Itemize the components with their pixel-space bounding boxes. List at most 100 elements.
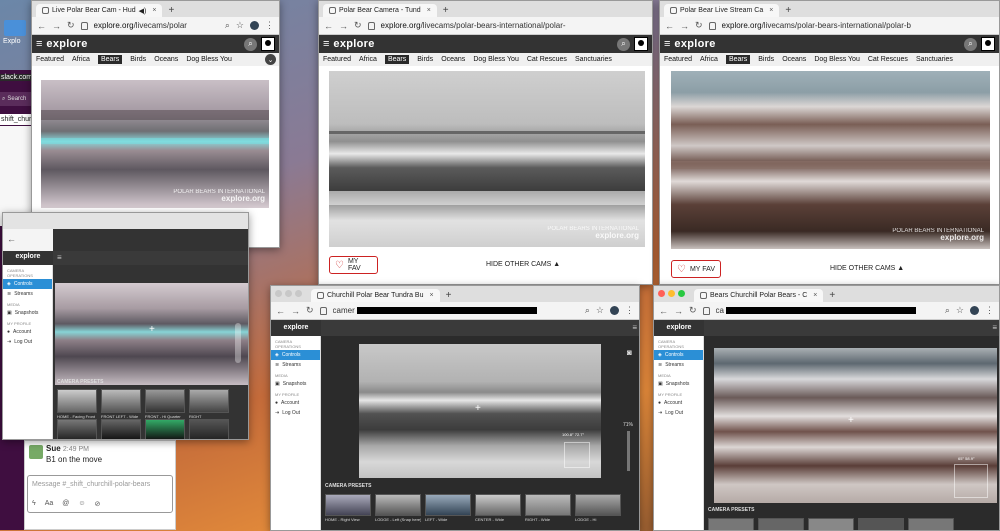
my-fav-button[interactable]: ♡MY FAV	[329, 256, 378, 274]
user-icon[interactable]	[261, 37, 275, 51]
preset-thumb[interactable]	[57, 419, 97, 439]
user-icon[interactable]	[981, 37, 995, 51]
cat-africa[interactable]: Africa	[700, 56, 718, 63]
tab-bears-churchill[interactable]: Bears Churchill Polar Bears - C ×	[694, 289, 824, 302]
cat-featured[interactable]: Featured	[323, 56, 351, 63]
tab-polar-bear-live-stream[interactable]: Polar Bear Live Stream Ca ×	[664, 4, 780, 17]
preset-thumb[interactable]	[189, 419, 229, 439]
new-tab-button[interactable]: +	[443, 5, 449, 16]
hamburger-icon[interactable]: ≡	[36, 38, 42, 50]
forward-icon[interactable]: →	[52, 21, 61, 31]
reload-icon[interactable]: ↻	[67, 20, 75, 31]
explore-logo[interactable]: explore	[333, 38, 374, 50]
cat-sanctuaries[interactable]: Sanctuaries	[575, 56, 612, 63]
preset-thumb[interactable]	[758, 518, 804, 530]
user-icon[interactable]	[634, 37, 648, 51]
new-tab-button[interactable]: +	[446, 290, 452, 301]
url-field[interactable]: ca	[716, 306, 939, 315]
cat-africa[interactable]: Africa	[359, 56, 377, 63]
sidebar-item-logout[interactable]: ⇥ Log Out	[3, 337, 52, 347]
reload-icon[interactable]: ↻	[695, 20, 703, 31]
hamburger-icon[interactable]: ≡	[664, 38, 670, 50]
preset-thumb[interactable]	[808, 518, 854, 530]
back-icon[interactable]: ←	[37, 21, 46, 31]
cat-oceans[interactable]: Oceans	[782, 56, 806, 63]
camera-icon[interactable]: ◙	[627, 348, 632, 357]
preset-thumb[interactable]	[145, 389, 185, 413]
back-icon[interactable]: ←	[659, 306, 668, 316]
mention-button[interactable]: @	[62, 500, 69, 508]
close-icon[interactable]: ×	[427, 7, 431, 14]
sidebar-item-snapshots[interactable]: ▣ Snapshots	[654, 379, 703, 389]
preset-thumb[interactable]	[375, 494, 421, 516]
menu-icon[interactable]: ≡	[57, 253, 62, 262]
console-header[interactable]: explore	[271, 320, 321, 336]
tab-polar-bear-camera[interactable]: Polar Bear Camera - Tund ×	[323, 4, 437, 17]
sidebar-item-streams[interactable]: ≋ Streams	[271, 360, 320, 370]
hide-other-cams-button[interactable]: HIDE OTHER CAMS ▲	[486, 261, 560, 268]
message-composer[interactable]: Message #_shift_churchill-polar-bears ϟ …	[27, 475, 173, 513]
window-controls[interactable]	[658, 290, 685, 297]
desktop-folder[interactable]	[4, 20, 26, 36]
back-icon[interactable]: ←	[276, 306, 285, 316]
back-icon[interactable]: ←	[7, 234, 16, 244]
star-icon[interactable]: ☆	[956, 305, 964, 316]
search-icon[interactable]: ⌕	[585, 305, 590, 316]
chevron-down-icon[interactable]: ⌄	[265, 54, 276, 65]
menu-icon[interactable]: ≡	[632, 323, 637, 332]
sidebar-item-snapshots[interactable]: ▣ Snapshots	[271, 379, 320, 389]
close-icon[interactable]: ×	[769, 7, 773, 14]
url-field[interactable]: explore.org/livecams/polar	[94, 21, 219, 30]
cat-dog-bless-you[interactable]: Dog Bless You	[814, 56, 860, 63]
cat-cat-rescues[interactable]: Cat Rescues	[527, 56, 567, 63]
profile-icon[interactable]	[970, 306, 979, 315]
tab-churchill-tundra[interactable]: Churchill Polar Bear Tundra Bu ×	[311, 289, 440, 302]
cat-featured[interactable]: Featured	[664, 56, 692, 63]
search-icon[interactable]: ⌕	[244, 37, 257, 51]
cat-featured[interactable]: Featured	[36, 56, 64, 63]
console-header[interactable]: explore	[654, 320, 704, 336]
bolt-icon[interactable]: ϟ	[32, 500, 36, 508]
cat-oceans[interactable]: Oceans	[154, 56, 178, 63]
preset-thumb[interactable]	[425, 494, 471, 516]
sidebar-item-logout[interactable]: ⇥ Log Out	[271, 408, 320, 418]
explore-logo[interactable]: explore	[674, 38, 715, 50]
preset-thumb[interactable]	[908, 518, 954, 530]
search-icon[interactable]: ⌕	[964, 37, 977, 51]
menu-icon[interactable]: ⋮	[985, 305, 994, 316]
back-icon[interactable]: ←	[324, 21, 333, 31]
url-field[interactable]: explore.org/livecams/polar-bears-interna…	[722, 21, 994, 30]
hamburger-icon[interactable]: ≡	[323, 38, 329, 50]
sidebar-item-account[interactable]: ● Account	[3, 327, 52, 337]
sidebar-item-streams[interactable]: ≋ Streams	[3, 289, 52, 299]
search-icon[interactable]: ⌕	[617, 37, 630, 51]
ptz-control[interactable]	[954, 464, 988, 498]
tab-live-polar-bear-cam[interactable]: Live Polar Bear Cam - Hud ◀) ×	[36, 4, 163, 17]
cat-bears[interactable]: Bears	[725, 55, 751, 64]
preset-thumb[interactable]	[475, 494, 521, 516]
new-tab-button[interactable]: +	[829, 290, 835, 301]
preset-thumb[interactable]	[189, 389, 229, 413]
sidebar-item-controls[interactable]: ◈ Controls	[3, 279, 52, 289]
sidebar-item-controls[interactable]: ◈ Controls	[271, 350, 320, 360]
cat-cat-rescues[interactable]: Cat Rescues	[868, 56, 908, 63]
sidebar-item-controls[interactable]: ◈ Controls	[654, 350, 703, 360]
reload-icon[interactable]: ↻	[689, 305, 697, 316]
cat-dog-bless-you[interactable]: Dog Bless You	[186, 56, 232, 63]
cam-video[interactable]: POLAR BEARS INTERNATIONAL explore.org	[329, 71, 645, 247]
slack-channel-name[interactable]: shift_churchil	[0, 114, 32, 125]
close-icon[interactable]: ×	[430, 292, 434, 299]
sidebar-item-snapshots[interactable]: ▣ Snapshots	[3, 308, 52, 318]
forward-icon[interactable]: →	[680, 21, 689, 31]
menu-icon[interactable]: ⋮	[265, 20, 274, 31]
preset-thumb[interactable]	[325, 494, 371, 516]
preset-thumb[interactable]	[525, 494, 571, 516]
console-video[interactable]: +	[55, 283, 248, 385]
cat-birds[interactable]: Birds	[130, 56, 146, 63]
preset-thumb[interactable]	[858, 518, 904, 530]
cat-dog-bless-you[interactable]: Dog Bless You	[473, 56, 519, 63]
sidebar-item-account[interactable]: ● Account	[654, 398, 703, 408]
sidebar-item-streams[interactable]: ≋ Streams	[654, 360, 703, 370]
preset-thumb[interactable]	[145, 419, 185, 439]
forward-icon[interactable]: →	[674, 306, 683, 316]
